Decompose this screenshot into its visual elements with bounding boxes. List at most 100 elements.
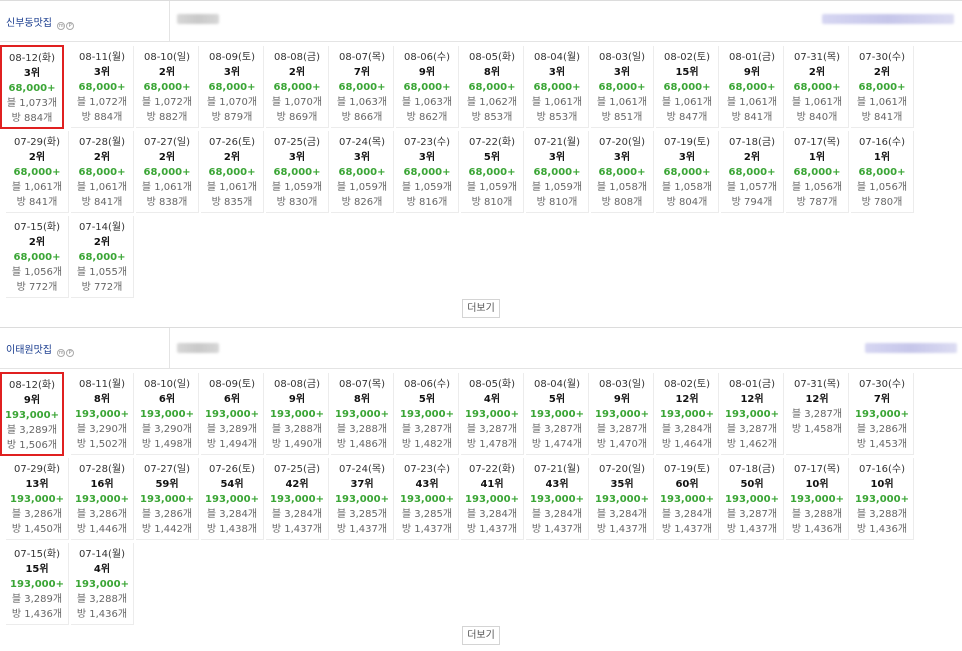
rank-cell[interactable]: 07-31(목) 12위 블 3,287개 방 1,458개 bbox=[786, 373, 849, 455]
rank-date: 08-10(일) bbox=[143, 52, 191, 63]
room-count: 방 1,470개 bbox=[596, 439, 648, 450]
rank-cell[interactable]: 08-01(금) 9위 68,000+ 블 1,061개 방 841개 bbox=[721, 46, 784, 128]
rank-cell[interactable]: 07-23(수) 43위 193,000+ 블 3,285개 방 1,437개 bbox=[396, 458, 459, 540]
rank-cell[interactable]: 07-21(월) 3위 68,000+ 블 1,059개 방 810개 bbox=[526, 131, 589, 213]
rank-date: 07-31(목) bbox=[793, 52, 841, 63]
rank-value: 2위 bbox=[873, 67, 891, 78]
rank-cell[interactable]: 08-05(화) 4위 193,000+ 블 3,287개 방 1,478개 bbox=[461, 373, 524, 455]
rank-cell-selected[interactable]: 08-12(화) 9위 193,000+ 블 3,289개 방 1,506개 bbox=[0, 372, 64, 456]
more-button[interactable]: 더보기 bbox=[462, 299, 500, 318]
rank-cell[interactable]: 07-31(목) 2위 68,000+ 블 1,061개 방 840개 bbox=[786, 46, 849, 128]
blog-count: 블 1,059개 bbox=[466, 182, 518, 193]
rank-cell[interactable]: 07-23(수) 3위 68,000+ 블 1,059개 방 816개 bbox=[396, 131, 459, 213]
rank-cell[interactable]: 08-10(일) 6위 193,000+ 블 3,290개 방 1,498개 bbox=[136, 373, 199, 455]
price-value: 68,000+ bbox=[858, 82, 906, 93]
rank-cell[interactable]: 07-29(화) 13위 193,000+ 블 3,286개 방 1,450개 bbox=[6, 458, 69, 540]
blog-count: 블 1,058개 bbox=[596, 182, 648, 193]
rank-date: 08-04(월) bbox=[533, 52, 581, 63]
rank-cell[interactable]: 08-09(토) 3위 68,000+ 블 1,070개 방 879개 bbox=[201, 46, 264, 128]
rank-cell[interactable]: 08-07(목) 7위 68,000+ 블 1,063개 방 866개 bbox=[331, 46, 394, 128]
rank-cell[interactable]: 08-06(수) 9위 68,000+ 블 1,063개 방 862개 bbox=[396, 46, 459, 128]
rank-cell[interactable]: 07-18(금) 2위 68,000+ 블 1,057개 방 794개 bbox=[721, 131, 784, 213]
rank-cell[interactable]: 07-19(토) 60위 193,000+ 블 3,284개 방 1,437개 bbox=[656, 458, 719, 540]
room-count: 방 830개 bbox=[276, 197, 318, 208]
rank-cell[interactable]: 08-05(화) 8위 68,000+ 블 1,062개 방 853개 bbox=[461, 46, 524, 128]
blog-count: 블 3,287개 bbox=[726, 424, 778, 435]
rank-cell[interactable]: 07-22(화) 41위 193,000+ 블 3,284개 방 1,437개 bbox=[461, 458, 524, 540]
rank-cell[interactable]: 07-21(월) 43위 193,000+ 블 3,284개 방 1,437개 bbox=[526, 458, 589, 540]
rank-cell[interactable]: 08-11(월) 3위 68,000+ 블 1,072개 방 884개 bbox=[71, 46, 134, 128]
rank-cell[interactable]: 07-17(목) 10위 193,000+ 블 3,288개 방 1,436개 bbox=[786, 458, 849, 540]
rank-value: 2위 bbox=[808, 67, 826, 78]
rank-cell[interactable]: 08-08(금) 2위 68,000+ 블 1,070개 방 869개 bbox=[266, 46, 329, 128]
rank-cell[interactable]: 07-24(목) 37위 193,000+ 블 3,285개 방 1,437개 bbox=[331, 458, 394, 540]
rank-value: 6위 bbox=[158, 394, 176, 405]
room-count: 방 884개 bbox=[81, 112, 123, 123]
price-value: 68,000+ bbox=[8, 83, 56, 94]
price-value: 193,000+ bbox=[530, 494, 584, 505]
rank-cell[interactable]: 08-06(수) 5위 193,000+ 블 3,287개 방 1,482개 bbox=[396, 373, 459, 455]
rank-date: 08-03(일) bbox=[598, 52, 646, 63]
rank-value: 2위 bbox=[93, 237, 111, 248]
rank-cell[interactable]: 08-10(일) 2위 68,000+ 블 1,072개 방 882개 bbox=[136, 46, 199, 128]
rank-cell[interactable]: 08-01(금) 12위 193,000+ 블 3,287개 방 1,462개 bbox=[721, 373, 784, 455]
room-count: 방 1,474개 bbox=[531, 439, 583, 450]
rank-value: 3위 bbox=[23, 68, 41, 79]
rank-cell[interactable]: 07-16(수) 10위 193,000+ 블 3,288개 방 1,436개 bbox=[851, 458, 914, 540]
rank-cell[interactable]: 07-19(토) 3위 68,000+ 블 1,058개 방 804개 bbox=[656, 131, 719, 213]
rank-cell[interactable]: 07-26(토) 54위 193,000+ 블 3,284개 방 1,438개 bbox=[201, 458, 264, 540]
keyword-link[interactable]: 이태원맛집 mP bbox=[6, 341, 75, 357]
room-count: 방 772개 bbox=[81, 282, 123, 293]
price-value: 68,000+ bbox=[78, 252, 126, 263]
rank-cell[interactable]: 07-29(화) 2위 68,000+ 블 1,061개 방 841개 bbox=[6, 131, 69, 213]
rank-cell[interactable]: 08-04(월) 3위 68,000+ 블 1,061개 방 853개 bbox=[526, 46, 589, 128]
blog-count: 블 1,072개 bbox=[76, 97, 128, 108]
rank-cell[interactable]: 07-28(월) 2위 68,000+ 블 1,061개 방 841개 bbox=[71, 131, 134, 213]
rank-value: 2위 bbox=[93, 152, 111, 163]
rank-cell[interactable]: 08-08(금) 9위 193,000+ 블 3,288개 방 1,490개 bbox=[266, 373, 329, 455]
rank-cell[interactable]: 07-30(수) 7위 193,000+ 블 3,286개 방 1,453개 bbox=[851, 373, 914, 455]
rank-cell[interactable]: 07-27(일) 59위 193,000+ 블 3,286개 방 1,442개 bbox=[136, 458, 199, 540]
rank-cell[interactable]: 08-07(목) 8위 193,000+ 블 3,288개 방 1,486개 bbox=[331, 373, 394, 455]
rank-value: 59위 bbox=[155, 479, 179, 490]
rank-date: 07-29(화) bbox=[13, 137, 61, 148]
rank-cell[interactable]: 07-27(일) 2위 68,000+ 블 1,061개 방 838개 bbox=[136, 131, 199, 213]
rank-cell[interactable]: 07-28(월) 16위 193,000+ 블 3,286개 방 1,446개 bbox=[71, 458, 134, 540]
rank-value: 7위 bbox=[873, 394, 891, 405]
more-button[interactable]: 더보기 bbox=[462, 626, 500, 645]
price-value: 68,000+ bbox=[663, 82, 711, 93]
rank-cell[interactable]: 08-02(토) 12위 193,000+ 블 3,284개 방 1,464개 bbox=[656, 373, 719, 455]
keyword-link[interactable]: 신부동맛집 mP bbox=[6, 14, 75, 30]
rank-cell[interactable]: 07-15(화) 15위 193,000+ 블 3,289개 방 1,436개 bbox=[6, 543, 69, 625]
rank-cell[interactable]: 07-25(금) 42위 193,000+ 블 3,284개 방 1,437개 bbox=[266, 458, 329, 540]
rank-cell[interactable]: 08-03(일) 9위 193,000+ 블 3,287개 방 1,470개 bbox=[591, 373, 654, 455]
rank-cell[interactable]: 07-18(금) 50위 193,000+ 블 3,287개 방 1,437개 bbox=[721, 458, 784, 540]
rank-cell[interactable]: 07-17(목) 1위 68,000+ 블 1,056개 방 787개 bbox=[786, 131, 849, 213]
rank-cell[interactable]: 07-26(토) 2위 68,000+ 블 1,061개 방 835개 bbox=[201, 131, 264, 213]
rank-cell[interactable]: 07-20(일) 35위 193,000+ 블 3,284개 방 1,437개 bbox=[591, 458, 654, 540]
rank-cell[interactable]: 07-22(화) 5위 68,000+ 블 1,059개 방 810개 bbox=[461, 131, 524, 213]
rank-cell[interactable]: 07-16(수) 1위 68,000+ 블 1,056개 방 780개 bbox=[851, 131, 914, 213]
rank-value: 5위 bbox=[483, 152, 501, 163]
rank-cell[interactable]: 07-25(금) 3위 68,000+ 블 1,059개 방 830개 bbox=[266, 131, 329, 213]
rank-cell[interactable]: 08-04(월) 5위 193,000+ 블 3,287개 방 1,474개 bbox=[526, 373, 589, 455]
rank-cell-selected[interactable]: 08-12(화) 3위 68,000+ 블 1,073개 방 884개 bbox=[0, 45, 64, 129]
rank-cell[interactable]: 07-24(목) 3위 68,000+ 블 1,059개 방 826개 bbox=[331, 131, 394, 213]
rank-cell[interactable]: 08-02(토) 15위 68,000+ 블 1,061개 방 847개 bbox=[656, 46, 719, 128]
rank-cell[interactable]: 08-11(월) 8위 193,000+ 블 3,290개 방 1,502개 bbox=[71, 373, 134, 455]
rank-cell[interactable]: 07-30(수) 2위 68,000+ 블 1,061개 방 841개 bbox=[851, 46, 914, 128]
rank-cell[interactable]: 07-14(월) 4위 193,000+ 블 3,288개 방 1,436개 bbox=[71, 543, 134, 625]
rank-value: 2위 bbox=[28, 237, 46, 248]
rank-cell[interactable]: 07-14(월) 2위 68,000+ 블 1,055개 방 772개 bbox=[71, 216, 134, 298]
rank-date: 07-14(월) bbox=[78, 549, 126, 560]
rank-cell[interactable]: 08-09(토) 6위 193,000+ 블 3,289개 방 1,494개 bbox=[201, 373, 264, 455]
rank-date: 07-26(토) bbox=[208, 464, 256, 475]
blog-count: 블 3,284개 bbox=[661, 424, 713, 435]
blog-count: 블 1,070개 bbox=[206, 97, 258, 108]
blog-count: 블 3,290개 bbox=[141, 424, 193, 435]
rank-cell[interactable]: 07-15(화) 2위 68,000+ 블 1,056개 방 772개 bbox=[6, 216, 69, 298]
rank-cell[interactable]: 08-03(일) 3위 68,000+ 블 1,061개 방 851개 bbox=[591, 46, 654, 128]
price-value: 193,000+ bbox=[10, 494, 64, 505]
rank-value: 3위 bbox=[613, 152, 631, 163]
rank-cell[interactable]: 07-20(일) 3위 68,000+ 블 1,058개 방 808개 bbox=[591, 131, 654, 213]
